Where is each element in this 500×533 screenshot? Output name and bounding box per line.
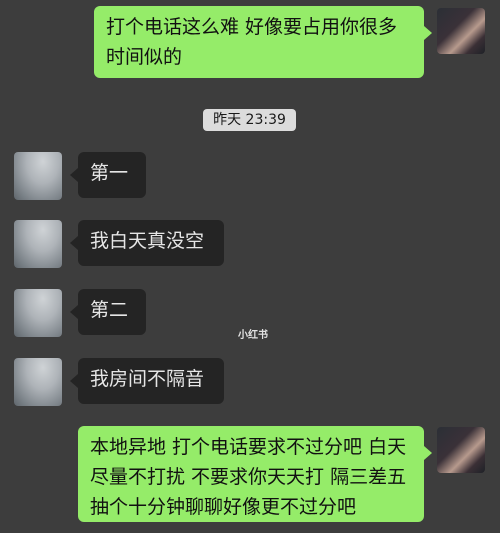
contact-avatar[interactable] — [14, 152, 62, 200]
contact-avatar[interactable] — [14, 289, 62, 337]
message-bubble[interactable]: 我房间不隔音 — [70, 358, 224, 404]
user-avatar[interactable] — [437, 427, 485, 473]
message-bubble[interactable]: 打个电话这么难 好像要占用你很多时间似的 — [94, 6, 432, 78]
message-bubble[interactable]: 我白天真没空 — [70, 220, 224, 266]
watermark-logo: 小红书 — [238, 330, 268, 341]
message-bubble[interactable]: 本地异地 打个电话要求不过分吧 白天尽量不打扰 不要求你天天打 隔三差五抽个十分… — [78, 426, 432, 522]
user-avatar[interactable] — [437, 8, 485, 54]
contact-avatar[interactable] — [14, 220, 62, 268]
message-bubble[interactable]: 第一 — [70, 152, 146, 198]
message-bubble[interactable]: 第二 — [70, 289, 146, 335]
timestamp: 昨天 23:39 — [203, 109, 296, 131]
contact-avatar[interactable] — [14, 358, 62, 406]
